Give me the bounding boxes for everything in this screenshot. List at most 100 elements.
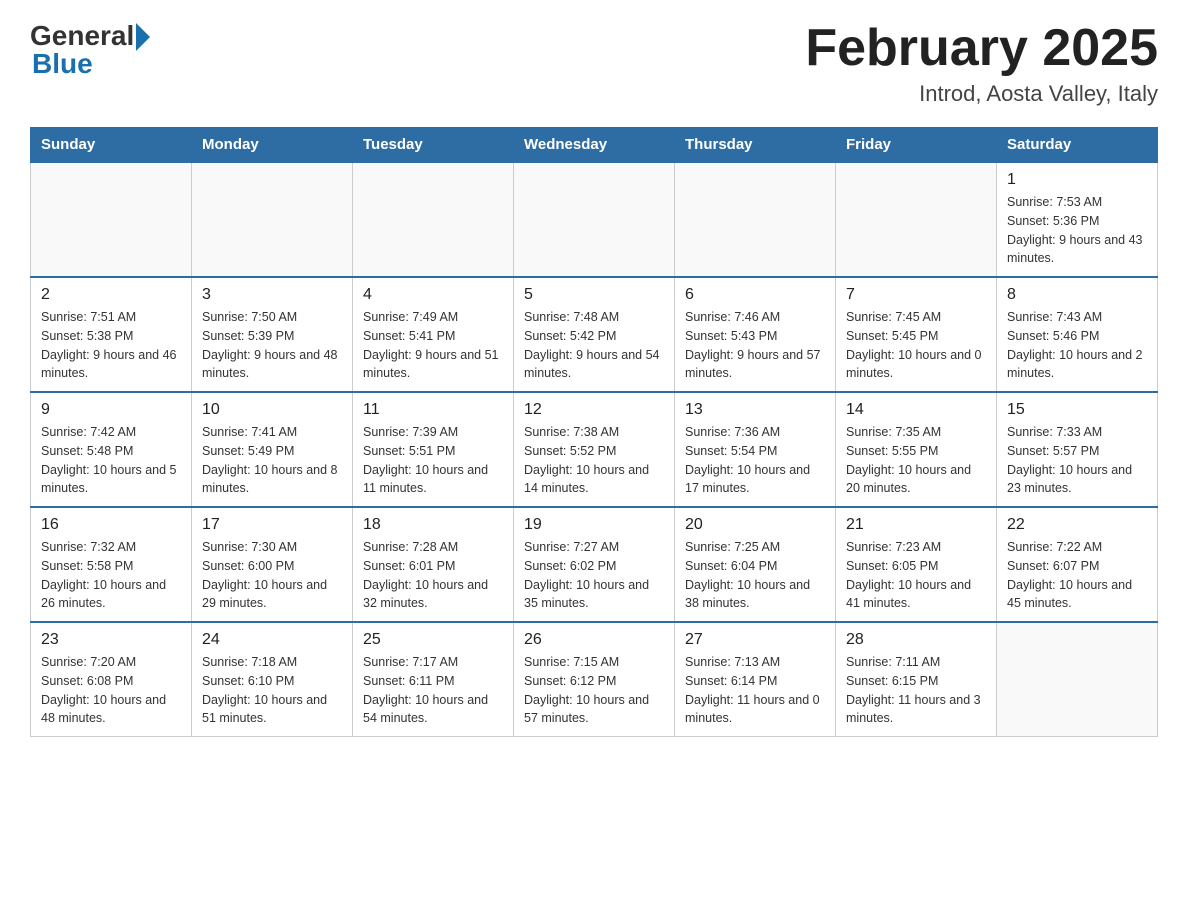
logo-arrow-icon <box>136 23 150 51</box>
day-number: 5 <box>524 286 664 304</box>
day-number: 15 <box>1007 401 1147 419</box>
day-cell <box>836 162 997 277</box>
day-info: Sunrise: 7:18 AM Sunset: 6:10 PM Dayligh… <box>202 653 342 728</box>
day-number: 1 <box>1007 171 1147 189</box>
day-number: 18 <box>363 516 503 534</box>
header-cell-monday: Monday <box>192 128 353 163</box>
week-row-5: 23 Sunrise: 7:20 AM Sunset: 6:08 PM Dayli… <box>31 622 1158 737</box>
day-info: Sunrise: 7:42 AM Sunset: 5:48 PM Dayligh… <box>41 423 181 498</box>
day-info: Sunrise: 7:32 AM Sunset: 5:58 PM Dayligh… <box>41 538 181 613</box>
day-number: 23 <box>41 631 181 649</box>
day-info: Sunrise: 7:11 AM Sunset: 6:15 PM Dayligh… <box>846 653 986 728</box>
day-cell: 19Sunrise: 7:27 AM Sunset: 6:02 PM Dayli… <box>514 507 675 622</box>
day-info: Sunrise: 7:22 AM Sunset: 6:07 PM Dayligh… <box>1007 538 1147 613</box>
day-info: Sunrise: 7:30 AM Sunset: 6:00 PM Dayligh… <box>202 538 342 613</box>
logo-blue-text: Blue <box>32 48 93 80</box>
day-number: 13 <box>685 401 825 419</box>
week-row-2: 2 Sunrise: 7:51 AM Sunset: 5:38 PM Daylig… <box>31 277 1158 392</box>
day-cell: 18 Sunrise: 7:28 AM Sunset: 6:01 PM Dayli… <box>353 507 514 622</box>
calendar-body: 1 Sunrise: 7:53 AM Sunset: 5:36 PM Daylig… <box>31 162 1158 737</box>
day-cell: 23 Sunrise: 7:20 AM Sunset: 6:08 PM Dayli… <box>31 622 192 737</box>
day-number: 17 <box>202 516 342 534</box>
day-info: Sunrise: 7:43 AM Sunset: 5:46 PM Dayligh… <box>1007 308 1147 383</box>
day-cell: 7 Sunrise: 7:45 AM Sunset: 5:45 PM Daylig… <box>836 277 997 392</box>
day-number: 27 <box>685 631 825 649</box>
day-info: Sunrise: 7:50 AM Sunset: 5:39 PM Dayligh… <box>202 308 342 383</box>
day-number: 3 <box>202 286 342 304</box>
calendar-subtitle: Introd, Aosta Valley, Italy <box>805 81 1158 107</box>
day-number: 9 <box>41 401 181 419</box>
day-number: 24 <box>202 631 342 649</box>
day-number: 6 <box>685 286 825 304</box>
day-cell: 13Sunrise: 7:36 AM Sunset: 5:54 PM Dayli… <box>675 392 836 507</box>
day-info: Sunrise: 7:33 AM Sunset: 5:57 PM Dayligh… <box>1007 423 1147 498</box>
day-cell: 10Sunrise: 7:41 AM Sunset: 5:49 PM Dayli… <box>192 392 353 507</box>
day-cell: 2 Sunrise: 7:51 AM Sunset: 5:38 PM Daylig… <box>31 277 192 392</box>
day-number: 12 <box>524 401 664 419</box>
day-number: 11 <box>363 401 503 419</box>
header-cell-saturday: Saturday <box>997 128 1158 163</box>
title-section: February 2025 Introd, Aosta Valley, Ital… <box>805 20 1158 107</box>
day-number: 28 <box>846 631 986 649</box>
day-info: Sunrise: 7:38 AM Sunset: 5:52 PM Dayligh… <box>524 423 664 498</box>
day-info: Sunrise: 7:25 AM Sunset: 6:04 PM Dayligh… <box>685 538 825 613</box>
day-number: 20 <box>685 516 825 534</box>
day-cell: 9 Sunrise: 7:42 AM Sunset: 5:48 PM Daylig… <box>31 392 192 507</box>
header-cell-thursday: Thursday <box>675 128 836 163</box>
day-number: 22 <box>1007 516 1147 534</box>
day-cell: 22 Sunrise: 7:22 AM Sunset: 6:07 PM Dayli… <box>997 507 1158 622</box>
day-info: Sunrise: 7:27 AM Sunset: 6:02 PM Dayligh… <box>524 538 664 613</box>
day-cell: 20 Sunrise: 7:25 AM Sunset: 6:04 PM Dayli… <box>675 507 836 622</box>
day-number: 7 <box>846 286 986 304</box>
day-cell: 11 Sunrise: 7:39 AM Sunset: 5:51 PM Dayli… <box>353 392 514 507</box>
day-cell: 8Sunrise: 7:43 AM Sunset: 5:46 PM Daylig… <box>997 277 1158 392</box>
day-cell: 6 Sunrise: 7:46 AM Sunset: 5:43 PM Daylig… <box>675 277 836 392</box>
day-cell: 27 Sunrise: 7:13 AM Sunset: 6:14 PM Dayli… <box>675 622 836 737</box>
day-cell: 21Sunrise: 7:23 AM Sunset: 6:05 PM Dayli… <box>836 507 997 622</box>
day-info: Sunrise: 7:15 AM Sunset: 6:12 PM Dayligh… <box>524 653 664 728</box>
day-cell: 17 Sunrise: 7:30 AM Sunset: 6:00 PM Dayli… <box>192 507 353 622</box>
day-cell: 4 Sunrise: 7:49 AM Sunset: 5:41 PM Daylig… <box>353 277 514 392</box>
day-number: 26 <box>524 631 664 649</box>
day-cell: 1 Sunrise: 7:53 AM Sunset: 5:36 PM Daylig… <box>997 162 1158 277</box>
day-cell <box>353 162 514 277</box>
day-number: 4 <box>363 286 503 304</box>
day-cell: 26 Sunrise: 7:15 AM Sunset: 6:12 PM Dayli… <box>514 622 675 737</box>
day-cell <box>675 162 836 277</box>
day-cell <box>192 162 353 277</box>
day-cell: 3 Sunrise: 7:50 AM Sunset: 5:39 PM Daylig… <box>192 277 353 392</box>
week-row-3: 9 Sunrise: 7:42 AM Sunset: 5:48 PM Daylig… <box>31 392 1158 507</box>
day-info: Sunrise: 7:41 AM Sunset: 5:49 PM Dayligh… <box>202 423 342 498</box>
day-info: Sunrise: 7:53 AM Sunset: 5:36 PM Dayligh… <box>1007 193 1147 268</box>
day-cell <box>31 162 192 277</box>
calendar-table: SundayMondayTuesdayWednesdayThursdayFrid… <box>30 127 1158 737</box>
day-info: Sunrise: 7:35 AM Sunset: 5:55 PM Dayligh… <box>846 423 986 498</box>
day-cell: 12 Sunrise: 7:38 AM Sunset: 5:52 PM Dayli… <box>514 392 675 507</box>
day-cell: 15 Sunrise: 7:33 AM Sunset: 5:57 PM Dayli… <box>997 392 1158 507</box>
day-info: Sunrise: 7:48 AM Sunset: 5:42 PM Dayligh… <box>524 308 664 383</box>
day-info: Sunrise: 7:23 AM Sunset: 6:05 PM Dayligh… <box>846 538 986 613</box>
day-info: Sunrise: 7:51 AM Sunset: 5:38 PM Dayligh… <box>41 308 181 383</box>
day-cell <box>514 162 675 277</box>
day-cell: 16Sunrise: 7:32 AM Sunset: 5:58 PM Dayli… <box>31 507 192 622</box>
day-cell: 28 Sunrise: 7:11 AM Sunset: 6:15 PM Dayli… <box>836 622 997 737</box>
day-info: Sunrise: 7:13 AM Sunset: 6:14 PM Dayligh… <box>685 653 825 728</box>
day-info: Sunrise: 7:46 AM Sunset: 5:43 PM Dayligh… <box>685 308 825 383</box>
day-info: Sunrise: 7:17 AM Sunset: 6:11 PM Dayligh… <box>363 653 503 728</box>
header-cell-sunday: Sunday <box>31 128 192 163</box>
calendar-header: SundayMondayTuesdayWednesdayThursdayFrid… <box>31 128 1158 163</box>
header-cell-tuesday: Tuesday <box>353 128 514 163</box>
day-number: 25 <box>363 631 503 649</box>
day-number: 2 <box>41 286 181 304</box>
day-info: Sunrise: 7:28 AM Sunset: 6:01 PM Dayligh… <box>363 538 503 613</box>
day-info: Sunrise: 7:49 AM Sunset: 5:41 PM Dayligh… <box>363 308 503 383</box>
day-info: Sunrise: 7:45 AM Sunset: 5:45 PM Dayligh… <box>846 308 986 383</box>
header-row: SundayMondayTuesdayWednesdayThursdayFrid… <box>31 128 1158 163</box>
calendar-title: February 2025 <box>805 20 1158 77</box>
day-info: Sunrise: 7:39 AM Sunset: 5:51 PM Dayligh… <box>363 423 503 498</box>
day-number: 14 <box>846 401 986 419</box>
week-row-4: 16Sunrise: 7:32 AM Sunset: 5:58 PM Dayli… <box>31 507 1158 622</box>
day-cell: 25 Sunrise: 7:17 AM Sunset: 6:11 PM Dayli… <box>353 622 514 737</box>
page-header: General Blue February 2025 Introd, Aosta… <box>30 20 1158 107</box>
day-info: Sunrise: 7:20 AM Sunset: 6:08 PM Dayligh… <box>41 653 181 728</box>
